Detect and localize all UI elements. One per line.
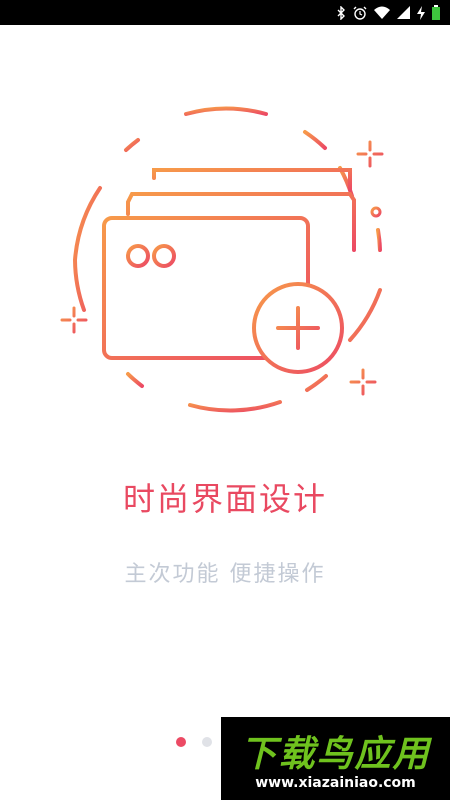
page-subtitle: 主次功能 便捷操作 (124, 562, 326, 587)
watermark-title: 下载鸟应用 (240, 734, 431, 775)
status-bar (0, 0, 450, 25)
credit-cards-add-icon (50, 100, 400, 430)
watermark-url: www.xiazainiao.com (255, 775, 416, 791)
watermark: 下载鸟应用 www.xiazainiao.com (221, 717, 450, 800)
page-dot[interactable] (202, 737, 212, 747)
page-indicator (176, 737, 212, 747)
page-dot-active[interactable] (176, 737, 186, 747)
charging-icon (417, 5, 425, 20)
alarm-icon (353, 6, 367, 20)
wifi-icon (374, 6, 390, 19)
status-icons (336, 0, 440, 25)
cell-signal-icon (397, 6, 410, 19)
bluetooth-icon (336, 5, 346, 20)
page-title: 时尚界面设计 (122, 480, 327, 518)
battery-icon (432, 5, 440, 20)
